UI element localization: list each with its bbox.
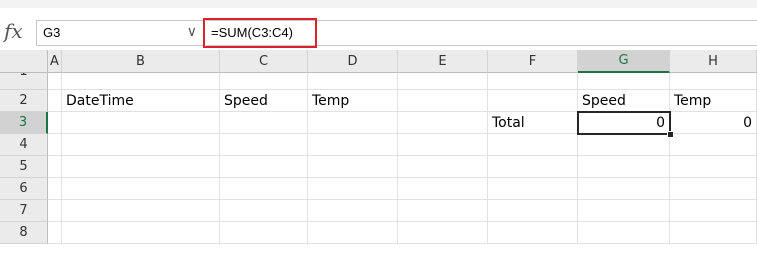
cell-f3[interactable]: Total: [488, 112, 578, 134]
cell-e5[interactable]: [398, 156, 488, 178]
cell-c1[interactable]: [220, 73, 308, 90]
cell-h5[interactable]: [670, 156, 757, 178]
cell-b8[interactable]: [62, 222, 220, 244]
cell-e2[interactable]: [398, 90, 488, 112]
cell-f5[interactable]: [488, 156, 578, 178]
cell-e6[interactable]: [398, 178, 488, 200]
cell-h1[interactable]: [670, 73, 757, 90]
cell-a6[interactable]: [48, 178, 62, 200]
cell-f7[interactable]: [488, 200, 578, 222]
cell-g5[interactable]: [578, 156, 670, 178]
cell-h4[interactable]: [670, 134, 757, 156]
cell-f4[interactable]: [488, 134, 578, 156]
row-header-3[interactable]: 3: [0, 112, 48, 134]
cell-c7[interactable]: [220, 200, 308, 222]
row-number: 1: [19, 73, 27, 79]
cell-e4[interactable]: [398, 134, 488, 156]
cell-e3[interactable]: [398, 112, 488, 134]
cell-h7[interactable]: [670, 200, 757, 222]
row-header-7[interactable]: 7: [0, 200, 48, 222]
spreadsheet-grid: A B C D E F G H 1 2 3 4 5 6 7 8 DateTime…: [0, 50, 757, 277]
cell-e7[interactable]: [398, 200, 488, 222]
row-header-2[interactable]: 2: [0, 90, 48, 112]
cell-d6[interactable]: [308, 178, 398, 200]
cell-g8[interactable]: [578, 222, 670, 244]
cell-b4[interactable]: [62, 134, 220, 156]
cell-c4[interactable]: [220, 134, 308, 156]
cell-b3[interactable]: [62, 112, 220, 134]
cell-g7[interactable]: [578, 200, 670, 222]
row-header-5[interactable]: 5: [0, 156, 48, 178]
cell-h3[interactable]: 0: [670, 112, 757, 134]
cell-e8[interactable]: [398, 222, 488, 244]
cell-b6[interactable]: [62, 178, 220, 200]
row-header-8[interactable]: 8: [0, 222, 48, 244]
cell-g2[interactable]: Speed: [578, 90, 670, 112]
cell-c8[interactable]: [220, 222, 308, 244]
cell-f2[interactable]: [488, 90, 578, 112]
chevron-down-icon[interactable]: ∨: [187, 23, 197, 40]
cell-f8[interactable]: [488, 222, 578, 244]
cell-h8[interactable]: [670, 222, 757, 244]
row-header-6[interactable]: 6: [0, 178, 48, 200]
cell-g6[interactable]: [578, 178, 670, 200]
cell-d7[interactable]: [308, 200, 398, 222]
cell-a2[interactable]: [48, 90, 62, 112]
cell-b7[interactable]: [62, 200, 220, 222]
row-header-4[interactable]: 4: [0, 134, 48, 156]
cell-d3[interactable]: [308, 112, 398, 134]
cell-h6[interactable]: [670, 178, 757, 200]
column-header-c[interactable]: C: [220, 50, 308, 73]
cell-d8[interactable]: [308, 222, 398, 244]
cell-f6[interactable]: [488, 178, 578, 200]
formula-bar: fx G3 ∨ =SUM(C3:C4): [0, 8, 757, 48]
name-box[interactable]: G3 ∨: [36, 20, 204, 46]
cell-d4[interactable]: [308, 134, 398, 156]
formula-text: =SUM(C3:C4): [211, 25, 293, 40]
cell-g4[interactable]: [578, 134, 670, 156]
cell-b5[interactable]: [62, 156, 220, 178]
cell-h2[interactable]: Temp: [670, 90, 757, 112]
column-header-b[interactable]: B: [62, 50, 220, 73]
cell-a1[interactable]: [48, 73, 62, 90]
column-header-h[interactable]: H: [670, 50, 757, 73]
cell-f1[interactable]: [488, 73, 578, 90]
column-header-a[interactable]: A: [48, 50, 62, 73]
column-header-e[interactable]: E: [398, 50, 488, 73]
column-header-d[interactable]: D: [308, 50, 398, 73]
cell-g3[interactable]: 0: [578, 112, 670, 134]
cell-d2[interactable]: Temp: [308, 90, 398, 112]
cell-a4[interactable]: [48, 134, 62, 156]
name-box-value: G3: [43, 25, 61, 40]
cell-g1[interactable]: [578, 73, 670, 90]
cell-a5[interactable]: [48, 156, 62, 178]
row-header-1[interactable]: 1: [0, 73, 48, 90]
cell-c5[interactable]: [220, 156, 308, 178]
cell-a3[interactable]: [48, 112, 62, 134]
cell-a7[interactable]: [48, 200, 62, 222]
cell-d5[interactable]: [308, 156, 398, 178]
cell-c6[interactable]: [220, 178, 308, 200]
function-icon[interactable]: fx: [4, 19, 23, 43]
cell-a8[interactable]: [48, 222, 62, 244]
column-header-g[interactable]: G: [578, 50, 670, 73]
cell-b1[interactable]: [62, 73, 220, 90]
fill-handle[interactable]: [667, 131, 674, 138]
cell-c2[interactable]: Speed: [220, 90, 308, 112]
select-all-corner[interactable]: [0, 50, 48, 73]
cell-b2[interactable]: DateTime: [62, 90, 220, 112]
cell-c3[interactable]: [220, 112, 308, 134]
cell-d1[interactable]: [308, 73, 398, 90]
cell-e1[interactable]: [398, 73, 488, 90]
column-header-f[interactable]: F: [488, 50, 578, 73]
